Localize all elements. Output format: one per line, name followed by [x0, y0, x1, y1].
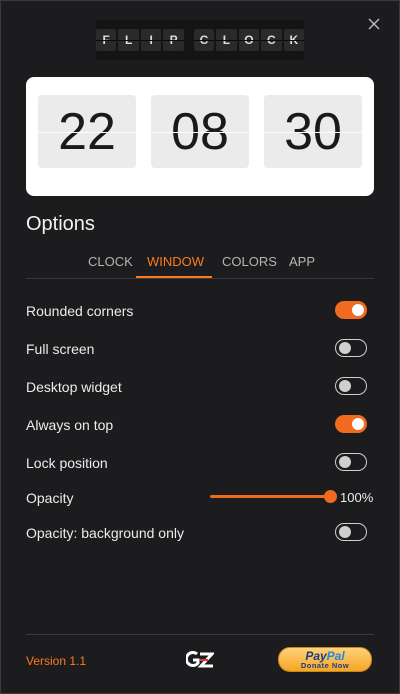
paypal-donate-button[interactable]: PayPal Donate Now [278, 647, 372, 672]
logo-letter: I [140, 29, 162, 51]
logo-letter: L [216, 29, 238, 51]
logo-letter: L [118, 29, 140, 51]
logo-letter: C [193, 29, 215, 51]
lock-position-toggle[interactable] [335, 453, 367, 471]
footer-divider [26, 634, 374, 635]
options-title: Options [26, 213, 95, 235]
logo-letter: P [163, 29, 185, 51]
version-label: Version 1.1 [26, 654, 87, 668]
clock-preview: 22 08 30 [26, 77, 374, 196]
logo-letter: C [261, 29, 283, 51]
opacity-slider-thumb[interactable] [324, 490, 337, 503]
rounded-corners-label: Rounded corners [26, 303, 134, 319]
paypal-donate-text: Donate Now [300, 661, 350, 670]
rounded-corners-toggle[interactable] [335, 301, 367, 319]
opacity-slider-track[interactable] [210, 495, 331, 498]
toggle-knob [352, 304, 364, 316]
logo-letter: K [283, 29, 305, 51]
opacity-label: Opacity [26, 490, 74, 506]
hours-digit: 22 [38, 95, 136, 168]
paypal-brand: PayPal [279, 650, 371, 662]
opacity-bg-only-label: Opacity: background only [26, 525, 184, 541]
options-tabs: CLOCK WINDOW COLORS APP [26, 246, 374, 279]
active-tab-indicator [136, 276, 212, 278]
toggle-knob [352, 418, 364, 430]
tab-app[interactable]: APP [289, 254, 315, 269]
toggle-knob [339, 455, 351, 468]
always-on-top-label: Always on top [26, 417, 114, 433]
toggle-knob [339, 525, 351, 538]
gz-logo[interactable] [186, 650, 214, 670]
lock-position-label: Lock position [26, 455, 108, 471]
full-screen-label: Full screen [26, 341, 95, 357]
always-on-top-toggle[interactable] [335, 415, 367, 433]
tab-colors[interactable]: COLORS [222, 254, 277, 269]
toggle-knob [339, 379, 351, 392]
tab-clock[interactable]: CLOCK [88, 254, 133, 269]
minutes-digit: 08 [151, 95, 249, 168]
toggle-knob [339, 341, 351, 354]
close-icon[interactable] [366, 16, 382, 32]
desktop-widget-label: Desktop widget [26, 379, 122, 395]
logo-letter: F [95, 29, 117, 51]
logo-letter: O [238, 29, 260, 51]
tab-window[interactable]: WINDOW [147, 254, 204, 269]
opacity-value: 100% [340, 490, 374, 505]
full-screen-toggle[interactable] [335, 339, 367, 357]
flip-clock-logo: F L I P C L O C K [95, 20, 305, 60]
seconds-digit: 30 [264, 95, 362, 168]
desktop-widget-toggle[interactable] [335, 377, 367, 395]
opacity-bg-only-toggle[interactable] [335, 523, 367, 541]
